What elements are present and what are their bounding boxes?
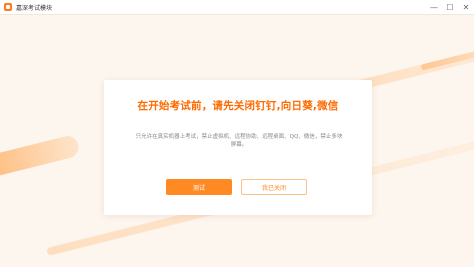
window-controls: — ☐ ✕ [426,0,474,14]
exam-precheck-dialog: 在开始考试前，请先关闭钉钉,向日葵,微信 只允许在真实机器上考试，禁止虚拟机、远… [104,80,372,215]
app-logo-icon [4,3,12,11]
close-button[interactable]: ✕ [458,0,474,14]
start-test-button[interactable]: 测试 [166,179,232,195]
dialog-headline: 在开始考试前，请先关闭钉钉,向日葵,微信 [137,100,339,112]
already-closed-button[interactable]: 我已关闭 [241,179,307,195]
main-area: 在开始考试前，请先关闭钉钉,向日葵,微信 只允许在真实机器上考试，禁止虚拟机、远… [0,15,474,267]
dialog-description: 只允许在真实机器上考试，禁止虚拟机、远程协助、远程桌面、QQ、微信，禁止多块屏幕… [135,134,343,148]
window-title: 嘉深考试模块 [16,4,53,12]
decorative-stripe [0,133,81,185]
maximize-button[interactable]: ☐ [442,0,458,14]
title-bar: 嘉深考试模块 — ☐ ✕ [0,0,474,15]
minimize-button[interactable]: — [426,0,442,14]
